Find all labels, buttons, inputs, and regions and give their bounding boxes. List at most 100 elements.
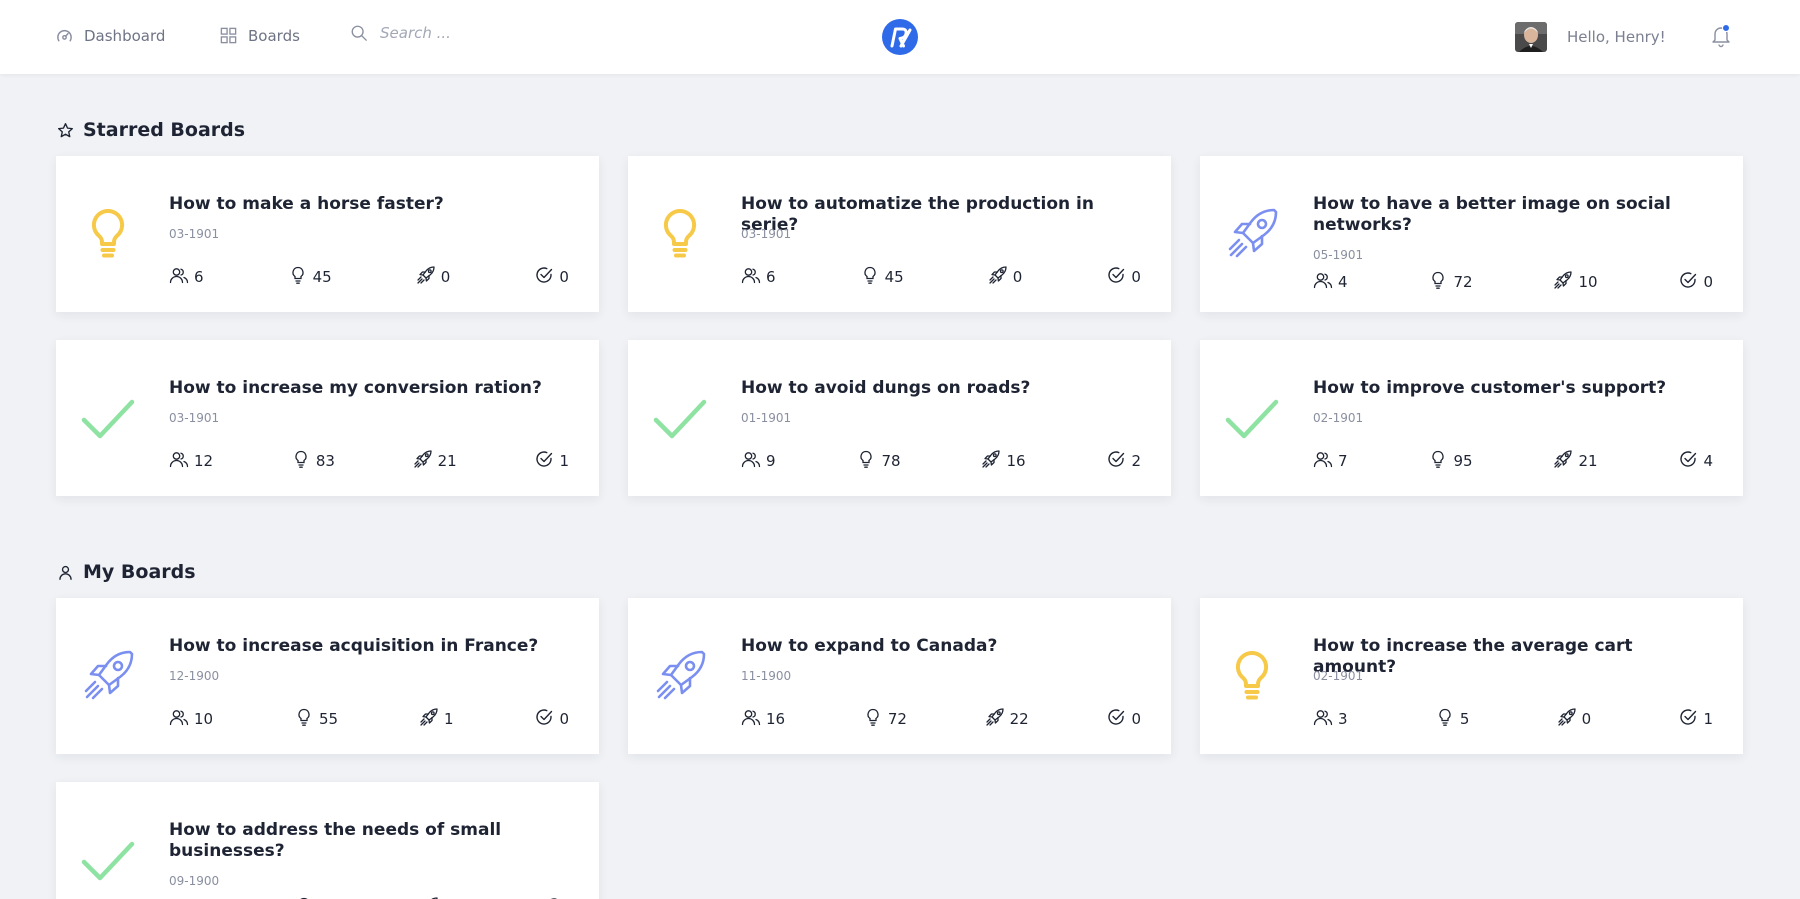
search-box — [350, 24, 500, 42]
stat-ideas: 72 — [1428, 270, 1473, 294]
board-stats: 6 45 0 0 — [741, 265, 1141, 289]
rv-logo-icon[interactable] — [882, 19, 918, 55]
check-circle-icon — [1678, 449, 1698, 473]
check-circle-icon — [534, 449, 554, 473]
board-stats: 3 5 0 1 — [1313, 707, 1713, 731]
stat-members-value: 7 — [1338, 452, 1348, 470]
board-date: 11-1900 — [741, 669, 792, 683]
check-icon — [78, 832, 138, 888]
board-card[interactable]: How to have a better image on social net… — [1200, 156, 1743, 312]
board-date: 01-1901 — [741, 411, 792, 425]
board-title[interactable]: How to address the needs of small busine… — [169, 820, 569, 862]
bulb-icon — [78, 206, 138, 262]
board-card[interactable]: How to increase the average cart amount?… — [1200, 598, 1743, 754]
board-title[interactable]: How to have a better image on social net… — [1313, 194, 1713, 236]
starred-boards-title: Starred Boards — [83, 119, 246, 141]
my-boards-heading: My Boards — [57, 561, 196, 583]
board-title[interactable]: How to automatize the production in seri… — [741, 194, 1141, 236]
board-stats: 7 95 21 4 — [1313, 449, 1713, 473]
board-title[interactable]: How to increase the average cart amount? — [1313, 636, 1713, 678]
board-date: 09-1900 — [169, 874, 220, 888]
stat-done-value: 0 — [1131, 268, 1141, 286]
board-card[interactable]: How to make a horse faster? 03-1901 6 45 0 0 — [56, 156, 599, 312]
stat-members: 3 — [1313, 707, 1348, 731]
check-circle-icon — [534, 707, 554, 731]
lightbulb-icon — [294, 707, 314, 731]
board-title[interactable]: How to increase my conversion ration? — [169, 378, 569, 399]
stat-done: 0 — [1678, 270, 1713, 294]
rocket-icon — [1553, 270, 1573, 294]
avatar[interactable] — [1515, 22, 1547, 52]
notification-badge — [1722, 24, 1730, 32]
stat-members: 10 — [169, 707, 213, 731]
check-icon — [1222, 390, 1282, 446]
board-title[interactable]: How to avoid dungs on roads? — [741, 378, 1141, 399]
lightbulb-icon — [291, 449, 311, 473]
check-icon — [650, 390, 710, 446]
stat-ideas: 45 — [288, 265, 332, 289]
stat-ideas-value: 78 — [881, 452, 901, 470]
stat-ideas: 72 — [863, 707, 907, 731]
board-card[interactable]: How to address the needs of small busine… — [56, 782, 599, 899]
board-title[interactable]: How to expand to Canada? — [741, 636, 1141, 657]
board-date: 03-1901 — [741, 227, 792, 241]
check-circle-icon — [1106, 449, 1126, 473]
board-card[interactable]: How to increase acquisition in France? 12… — [56, 598, 599, 754]
lightbulb-icon — [1428, 449, 1448, 473]
board-card[interactable]: How to expand to Canada? 11-1900 16 72 22 0 — [628, 598, 1171, 754]
board-stats: 16 72 22 0 — [741, 707, 1141, 731]
stat-done: 2 — [1106, 449, 1141, 473]
stat-members: 16 — [741, 707, 785, 731]
search-input[interactable] — [380, 24, 500, 42]
stat-done: 4 — [1678, 449, 1713, 473]
stat-ideas: 95 — [1428, 449, 1473, 473]
stat-done-value: 1 — [559, 452, 569, 470]
board-title[interactable]: How to make a horse faster? — [169, 194, 569, 215]
rocket-icon — [988, 265, 1008, 289]
rocket-icon — [78, 648, 138, 704]
rocket-icon — [985, 707, 1005, 731]
user-greeting: Hello, Henry! — [1567, 28, 1666, 46]
stat-members: 4 — [1313, 270, 1348, 294]
board-card[interactable]: How to increase my conversion ration? 03-… — [56, 340, 599, 496]
users-icon — [169, 449, 189, 473]
top-navigation-bar: Dashboard Boards Hello, Henry! — [0, 0, 1800, 74]
rocket-icon — [419, 707, 439, 731]
board-date: 03-1901 — [169, 411, 220, 425]
nav-dashboard-label: Dashboard — [84, 26, 166, 45]
stat-launched: 16 — [981, 449, 1026, 473]
board-title[interactable]: How to increase acquisition in France? — [169, 636, 569, 657]
users-icon — [741, 707, 761, 731]
board-card[interactable]: How to automatize the production in seri… — [628, 156, 1171, 312]
stat-members-value: 10 — [194, 710, 214, 728]
stat-launched: 22 — [985, 707, 1029, 731]
nav-dashboard-link[interactable]: Dashboard — [55, 26, 165, 45]
users-icon — [1313, 449, 1333, 473]
stat-ideas-value: 5 — [1459, 710, 1470, 728]
nav-boards-link[interactable]: Boards — [219, 26, 300, 45]
stat-launched-value: 16 — [1006, 452, 1026, 470]
stat-launched: 0 — [988, 265, 1022, 289]
check-icon — [78, 390, 138, 446]
users-icon — [169, 265, 189, 289]
my-boards-title: My Boards — [83, 561, 196, 583]
board-stats: 10 55 1 0 — [169, 707, 569, 731]
stat-ideas-value: 55 — [319, 710, 339, 728]
rocket-icon — [650, 648, 710, 704]
stat-launched-value: 21 — [437, 452, 457, 470]
board-card[interactable]: How to improve customer's support? 02-190… — [1200, 340, 1743, 496]
board-date: 05-1901 — [1313, 248, 1364, 262]
board-date: 02-1901 — [1313, 669, 1364, 683]
stat-launched-value: 10 — [1578, 273, 1598, 291]
notifications-button[interactable] — [1710, 24, 1734, 50]
grid-icon — [220, 27, 237, 44]
board-date: 02-1901 — [1313, 411, 1364, 425]
check-circle-icon — [1678, 270, 1698, 294]
stat-ideas: 55 — [294, 707, 338, 731]
board-date: 03-1901 — [169, 227, 220, 241]
board-title[interactable]: How to improve customer's support? — [1313, 378, 1713, 399]
stat-launched: 21 — [413, 449, 457, 473]
board-card[interactable]: How to avoid dungs on roads? 01-1901 9 78 16… — [628, 340, 1171, 496]
stat-done: 0 — [534, 265, 569, 289]
stat-done-value: 2 — [1131, 452, 1141, 470]
